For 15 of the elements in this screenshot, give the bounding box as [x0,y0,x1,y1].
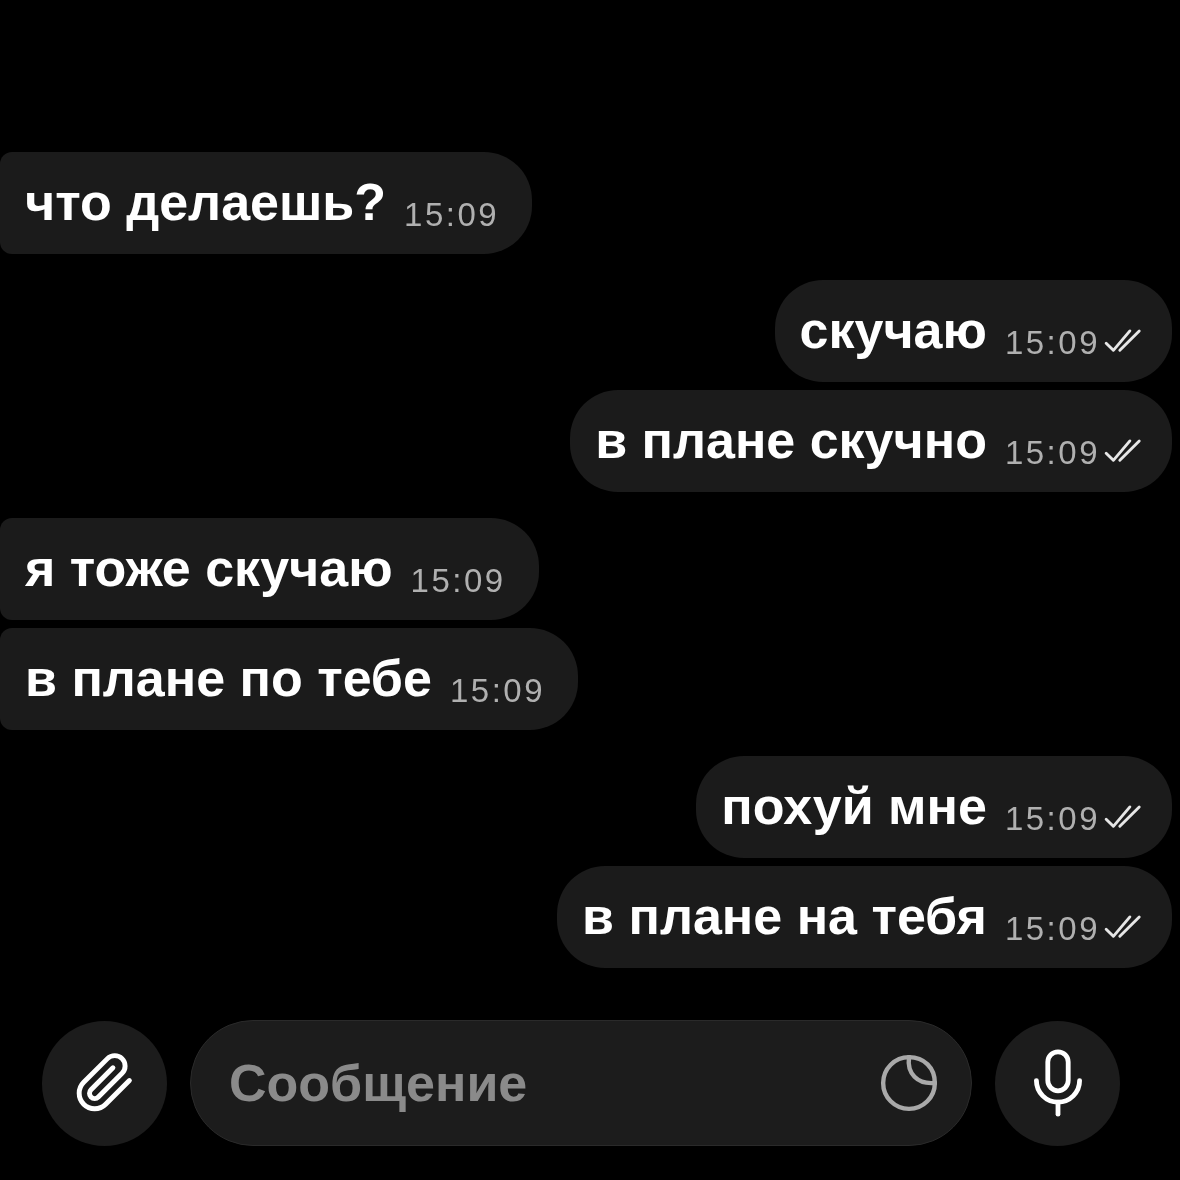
message-time: 15:09 [404,197,500,231]
message-time: 15:09 [1004,801,1100,835]
message-text: в плане скучно [595,411,987,471]
message-time: 15:09 [410,563,506,597]
message-text: похуй мне [721,777,987,837]
message-time: 15:09 [1004,325,1100,359]
message-text: скучаю [799,301,987,361]
message-time: 15:09 [1004,435,1100,469]
message-time: 15:09 [1004,911,1100,945]
message-text: в плане на тебя [582,887,987,947]
message-text: что делаешь? [25,173,387,233]
message-field[interactable]: Сообщение [190,1020,972,1146]
message-text: в плане по тебе [25,649,432,709]
message-text: я тоже скучаю [25,539,393,599]
message-time: 15:09 [449,673,545,707]
